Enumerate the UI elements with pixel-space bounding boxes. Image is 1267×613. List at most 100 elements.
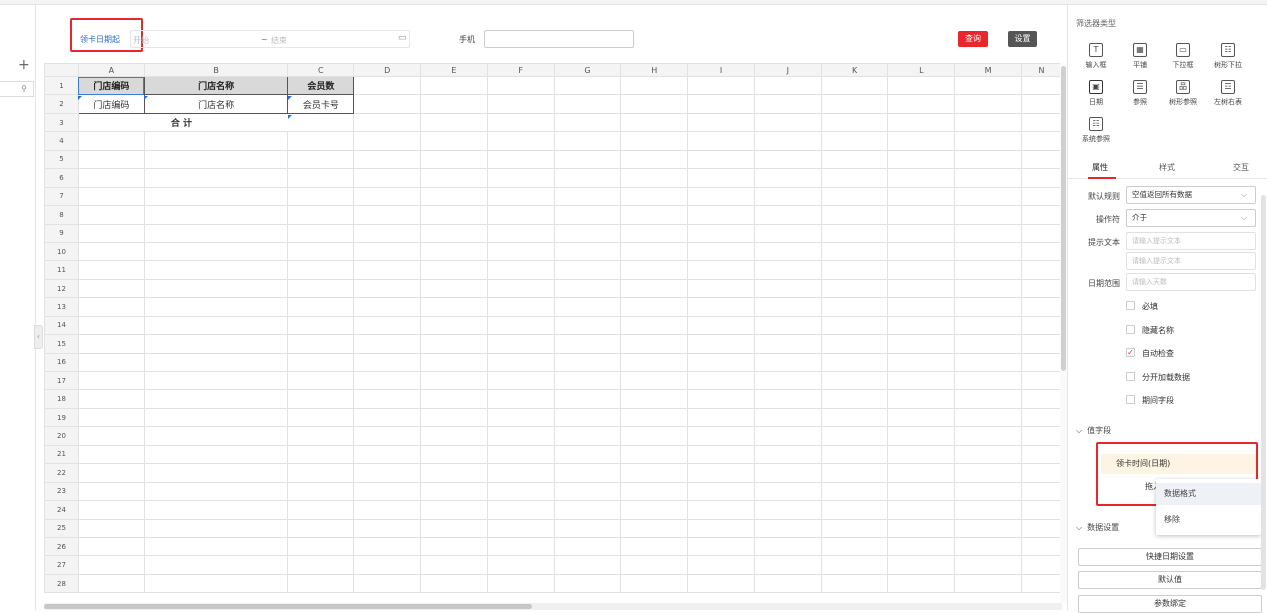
cell[interactable]	[753, 112, 822, 133]
cell[interactable]	[1021, 75, 1062, 96]
cell[interactable]	[287, 260, 355, 280]
column-header-e[interactable]: E	[420, 63, 488, 77]
cell[interactable]	[143, 149, 289, 170]
cell[interactable]	[1021, 112, 1062, 133]
cell[interactable]	[353, 518, 422, 538]
cell[interactable]	[143, 536, 289, 557]
cell[interactable]	[553, 223, 622, 243]
cell[interactable]	[887, 536, 956, 557]
cell[interactable]	[753, 149, 822, 170]
cell[interactable]	[820, 75, 889, 96]
header-cell[interactable]: 门店名称	[143, 75, 289, 96]
cell[interactable]	[887, 186, 956, 207]
value-field-section[interactable]: ⌵ 值字段	[1076, 425, 1111, 436]
cell[interactable]	[753, 463, 822, 483]
cell[interactable]	[486, 573, 555, 594]
cell[interactable]	[353, 334, 422, 354]
cell[interactable]	[820, 444, 889, 465]
cell[interactable]	[353, 297, 422, 317]
cell[interactable]	[820, 463, 889, 483]
cell[interactable]	[820, 131, 889, 151]
cell[interactable]	[620, 407, 689, 428]
cell[interactable]	[353, 481, 422, 502]
cell[interactable]	[420, 463, 488, 483]
cell[interactable]	[287, 131, 355, 151]
cell[interactable]	[287, 536, 355, 557]
cell[interactable]	[1021, 426, 1062, 446]
cell[interactable]	[486, 112, 555, 133]
cell[interactable]	[143, 518, 289, 538]
cell[interactable]	[420, 278, 488, 299]
tab-style[interactable]: 样式	[1159, 162, 1175, 173]
cell[interactable]	[553, 370, 622, 391]
cell[interactable]	[954, 426, 1023, 446]
cell[interactable]	[753, 186, 822, 207]
context-menu-data-format[interactable]: 数据格式	[1156, 483, 1261, 505]
cell[interactable]	[77, 481, 145, 502]
cell[interactable]	[353, 223, 422, 243]
row-header[interactable]: 28	[44, 573, 79, 594]
cell[interactable]	[553, 75, 622, 96]
cell[interactable]	[486, 168, 555, 188]
cell[interactable]	[553, 573, 622, 594]
cell[interactable]	[954, 223, 1023, 243]
cell[interactable]	[1021, 334, 1062, 354]
cell[interactable]	[287, 352, 355, 373]
cell[interactable]	[553, 536, 622, 557]
cell[interactable]	[553, 463, 622, 483]
panel-scrollbar[interactable]	[1261, 195, 1267, 605]
cell[interactable]	[753, 407, 822, 428]
row-header[interactable]: 18	[44, 389, 79, 409]
cell[interactable]	[753, 278, 822, 299]
cell[interactable]	[954, 297, 1023, 317]
cell[interactable]	[143, 223, 289, 243]
cell[interactable]	[820, 149, 889, 170]
cell[interactable]	[687, 518, 755, 538]
cell[interactable]	[486, 278, 555, 299]
cell[interactable]	[486, 223, 555, 243]
cell[interactable]	[687, 444, 755, 465]
checkbox-row[interactable]: 必填	[1126, 301, 1158, 312]
phone-input[interactable]	[484, 30, 634, 48]
cell[interactable]	[954, 186, 1023, 207]
cell[interactable]	[287, 278, 355, 299]
cell[interactable]	[1021, 463, 1062, 483]
cell[interactable]	[687, 75, 755, 96]
cell[interactable]	[143, 389, 289, 409]
cell[interactable]	[553, 518, 622, 538]
checkbox-row[interactable]: 分开加载数据	[1126, 371, 1190, 383]
cell[interactable]	[620, 334, 689, 354]
cell[interactable]	[620, 426, 689, 446]
row-header[interactable]: 5	[44, 149, 79, 170]
data-settings-section[interactable]: ⌵ 数据设置	[1076, 522, 1119, 533]
column-header-d[interactable]: D	[353, 63, 422, 77]
cell[interactable]	[753, 315, 822, 336]
cell[interactable]	[353, 186, 422, 207]
cell[interactable]	[143, 481, 289, 502]
filter-type-tile[interactable]: ▦ 平铺	[1120, 43, 1160, 70]
cell[interactable]	[287, 389, 355, 409]
cell[interactable]	[486, 334, 555, 354]
cell[interactable]	[887, 223, 956, 243]
cell[interactable]	[620, 168, 689, 188]
cell[interactable]	[687, 260, 755, 280]
cell[interactable]	[620, 573, 689, 594]
cell[interactable]	[420, 536, 488, 557]
cell[interactable]	[553, 334, 622, 354]
cell[interactable]	[1021, 500, 1062, 520]
checkbox-icon[interactable]	[1126, 301, 1135, 310]
cell[interactable]	[77, 536, 145, 557]
cell[interactable]	[820, 186, 889, 207]
cell[interactable]	[820, 352, 889, 373]
cell[interactable]	[353, 131, 422, 151]
cell[interactable]	[753, 573, 822, 594]
cell[interactable]	[287, 241, 355, 262]
checkbox-row[interactable]: 隐藏名称	[1126, 324, 1174, 336]
cell[interactable]	[287, 444, 355, 465]
cell[interactable]	[954, 75, 1023, 96]
cell[interactable]	[1021, 370, 1062, 391]
cell[interactable]	[820, 536, 889, 557]
cell[interactable]	[753, 389, 822, 409]
cell[interactable]	[820, 518, 889, 538]
header-cell[interactable]: 会员数	[287, 75, 355, 96]
